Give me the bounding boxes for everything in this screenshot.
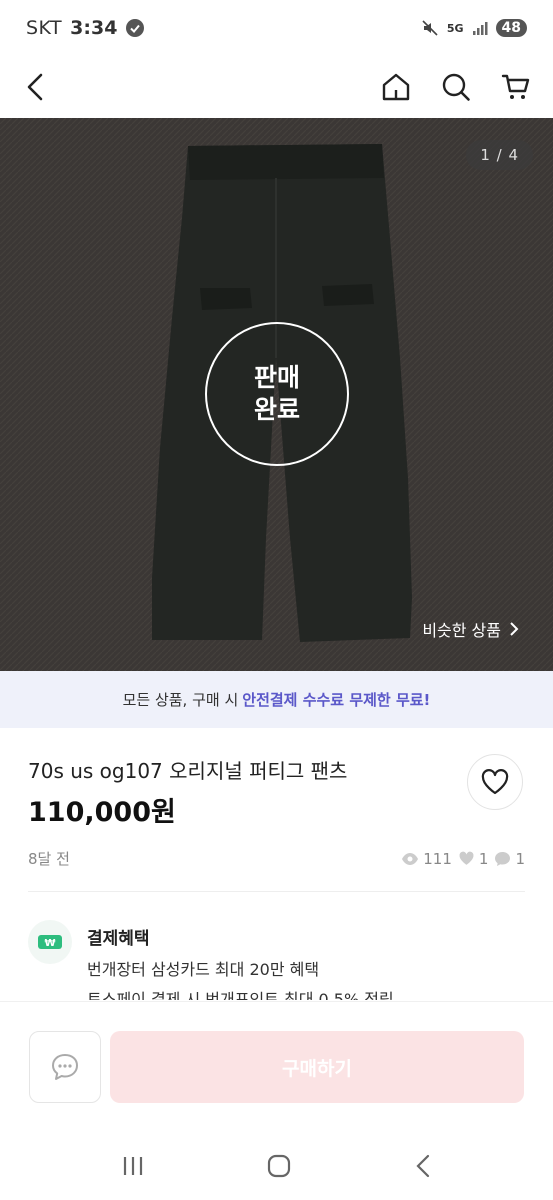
page-indicator: 1 / 4: [466, 140, 533, 170]
similar-products-label: 비슷한 상품: [422, 621, 501, 640]
bottom-action-bar: 구매하기: [0, 1001, 553, 1131]
svg-text:₩: ₩: [44, 938, 55, 949]
back-nav-icon[interactable]: [413, 1153, 433, 1179]
cart-icon: [501, 74, 530, 99]
home-icon: [382, 73, 410, 101]
cart-button[interactable]: [499, 70, 533, 104]
similar-products-link[interactable]: 비슷한 상품: [422, 617, 519, 641]
view-count: 111: [423, 849, 452, 868]
sold-badge-line1: 판매: [253, 362, 300, 392]
chat-icon: [52, 1054, 78, 1080]
chat-count: 1: [515, 849, 525, 868]
network-label: 5G: [446, 21, 464, 35]
battery-indicator: 48: [495, 19, 527, 37]
signal-icon: [472, 22, 488, 35]
back-arrow-icon: [27, 73, 43, 101]
home-nav-icon[interactable]: [266, 1153, 292, 1179]
promo-highlight: 안전결제 수수료 무제한 무료!: [242, 691, 431, 709]
home-button[interactable]: [379, 70, 413, 104]
posted-time: 8달 전: [28, 850, 70, 868]
chat-small-icon: [495, 851, 511, 866]
check-badge-icon: [126, 19, 145, 37]
promo-prefix: 모든 상품, 구매 시: [122, 691, 239, 709]
buy-button[interactable]: 구매하기: [110, 1031, 524, 1103]
product-title: 70s us og107 오리지널 퍼티그 팬츠: [28, 759, 348, 783]
benefit-line-2: 토스페이 결제 시 번개포인트 최대 0.5% 적립: [87, 990, 394, 1000]
status-bar: SKT 3:34 5G 48: [0, 0, 553, 56]
heart-icon: [481, 769, 509, 795]
chevron-right-icon: [510, 622, 519, 636]
like-count: 1: [478, 849, 489, 868]
promo-banner[interactable]: 모든 상품, 구매 시 안전결제 수수료 무제한 무료!: [0, 671, 553, 728]
product-price: 110,000원: [28, 797, 176, 828]
recent-apps-icon[interactable]: [120, 1155, 146, 1177]
search-icon: [442, 73, 470, 101]
carrier-label: SKT: [26, 17, 63, 39]
product-image-carousel[interactable]: 1 / 4 판매 완료 비슷한 상품: [0, 118, 553, 671]
search-button[interactable]: [439, 70, 473, 104]
system-nav-bar: [0, 1131, 553, 1200]
sold-out-badge: 판매 완료: [205, 322, 349, 466]
clock: 3:34: [70, 17, 118, 39]
payment-benefit-icon: ₩: [28, 920, 72, 964]
product-meta: 8달 전 111 1 1: [28, 848, 525, 869]
app-header: [0, 56, 553, 118]
back-button[interactable]: [20, 70, 54, 104]
chat-button[interactable]: [29, 1031, 101, 1103]
benefit-title: 결제혜택: [87, 929, 150, 949]
heart-small-icon: [459, 851, 474, 865]
won-ticket-icon: ₩: [38, 935, 62, 949]
divider: [28, 891, 525, 892]
benefit-line-1: 번개장터 삼성카드 최대 20만 혜택: [87, 960, 320, 979]
eye-icon: [402, 852, 419, 865]
mute-icon: [422, 20, 438, 36]
sold-badge-line2: 완료: [253, 395, 300, 424]
like-button[interactable]: [467, 754, 523, 810]
